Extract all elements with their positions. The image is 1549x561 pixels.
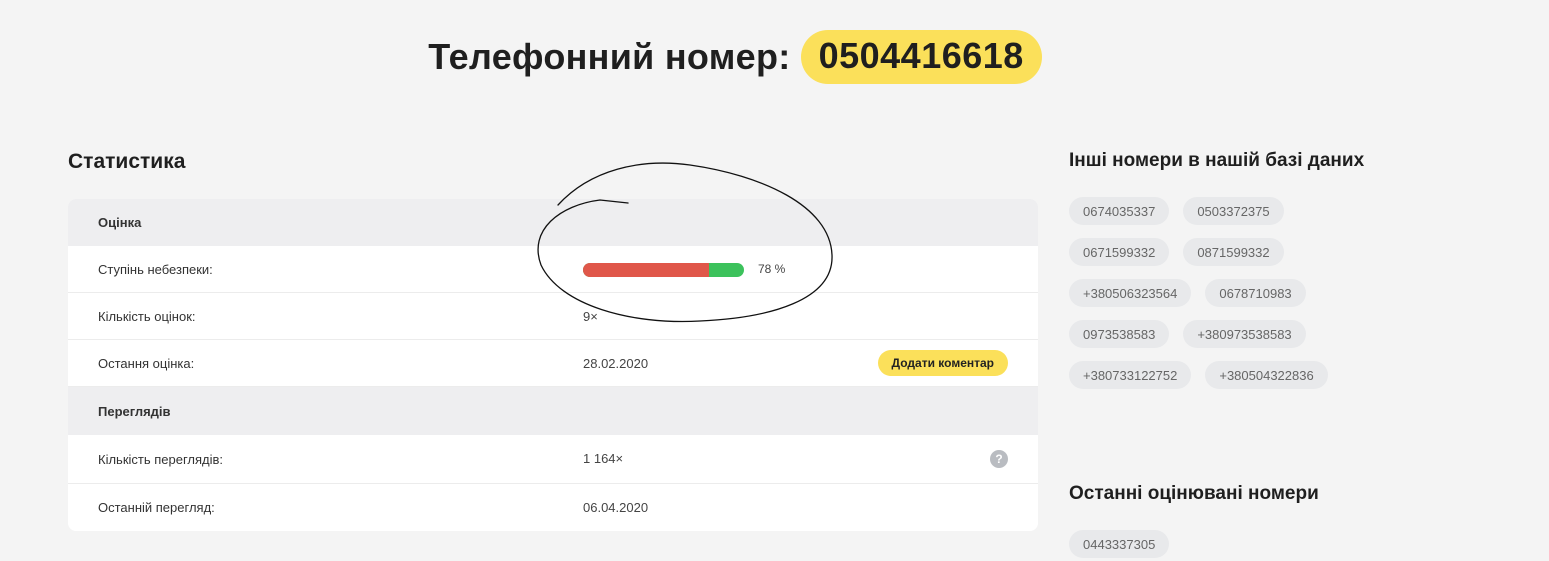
- ratings-count-label: Кількість оцінок:: [98, 308, 196, 324]
- views-count-label: Кількість переглядів:: [98, 451, 224, 467]
- other-numbers-list: 0674035337 0503372375 0671599332 0871599332…: [1069, 197, 1349, 389]
- views-count-value: 1 164×: [583, 451, 624, 466]
- other-number-chip[interactable]: +380504322836: [1205, 361, 1328, 389]
- other-number-chip[interactable]: 0674035337: [1069, 197, 1170, 225]
- other-number-chip[interactable]: 0678710983: [1205, 279, 1306, 307]
- ratings-count-row: Кількість оцінок: 9×: [68, 293, 1038, 340]
- page-title-label: Телефонний номер:: [428, 36, 791, 77]
- ratings-count-value: 9×: [583, 308, 598, 324]
- page: Телефонний номер: 0504416618 Статистика …: [0, 0, 1549, 561]
- question-circle-icon[interactable]: ?: [990, 450, 1008, 468]
- views-count-row: Кількість переглядів: 1 164× ?: [68, 435, 1038, 484]
- rating-section-header: Оцінка: [68, 199, 1038, 246]
- last-rating-label: Остання оцінка:: [98, 355, 195, 371]
- phone-number-badge: 0504416618: [800, 30, 1042, 84]
- other-number-chip[interactable]: +380506323564: [1069, 279, 1192, 307]
- last-rating-row: Остання оцінка: 28.02.2020 Додати комент…: [68, 340, 1038, 387]
- danger-level-percent: 78 %: [758, 262, 786, 276]
- recent-number-chip[interactable]: 0443337305: [1069, 530, 1170, 558]
- last-rating-value: 28.02.2020: [583, 355, 649, 371]
- danger-level-bar: [583, 263, 744, 277]
- add-comment-button[interactable]: Додати коментар: [877, 350, 1008, 376]
- danger-level-fill: [583, 263, 709, 277]
- recent-rated-heading: Останні оцінювані номери: [1069, 483, 1319, 504]
- stats-heading: Статистика: [68, 150, 186, 173]
- rating-section-label: Оцінка: [98, 215, 142, 230]
- recent-rated-list: 0443337305: [1069, 530, 1349, 558]
- other-number-chip[interactable]: +380733122752: [1069, 361, 1192, 389]
- danger-level-label: Ступінь небезпеки:: [98, 261, 213, 277]
- last-view-value: 06.04.2020: [583, 500, 649, 515]
- other-number-chip[interactable]: 0973538583: [1069, 320, 1170, 348]
- last-view-label: Останній перегляд:: [98, 500, 215, 515]
- other-number-chip[interactable]: 0503372375: [1183, 197, 1284, 225]
- other-number-chip[interactable]: 0871599332: [1183, 238, 1284, 266]
- stats-card: Оцінка Ступінь небезпеки: 78 % Кількість…: [68, 199, 1038, 531]
- views-section-label: Переглядів: [98, 403, 171, 419]
- views-section-header: Переглядів: [68, 387, 1038, 435]
- last-view-row: Останній перегляд: 06.04.2020: [68, 484, 1038, 531]
- other-number-chip[interactable]: 0671599332: [1069, 238, 1170, 266]
- danger-level-row: Ступінь небезпеки: 78 %: [68, 246, 1038, 293]
- other-number-chip[interactable]: +380973538583: [1183, 320, 1306, 348]
- other-numbers-heading: Інші номери в нашій базі даних: [1069, 150, 1365, 171]
- page-title: Телефонний номер: 0504416618: [0, 30, 1470, 84]
